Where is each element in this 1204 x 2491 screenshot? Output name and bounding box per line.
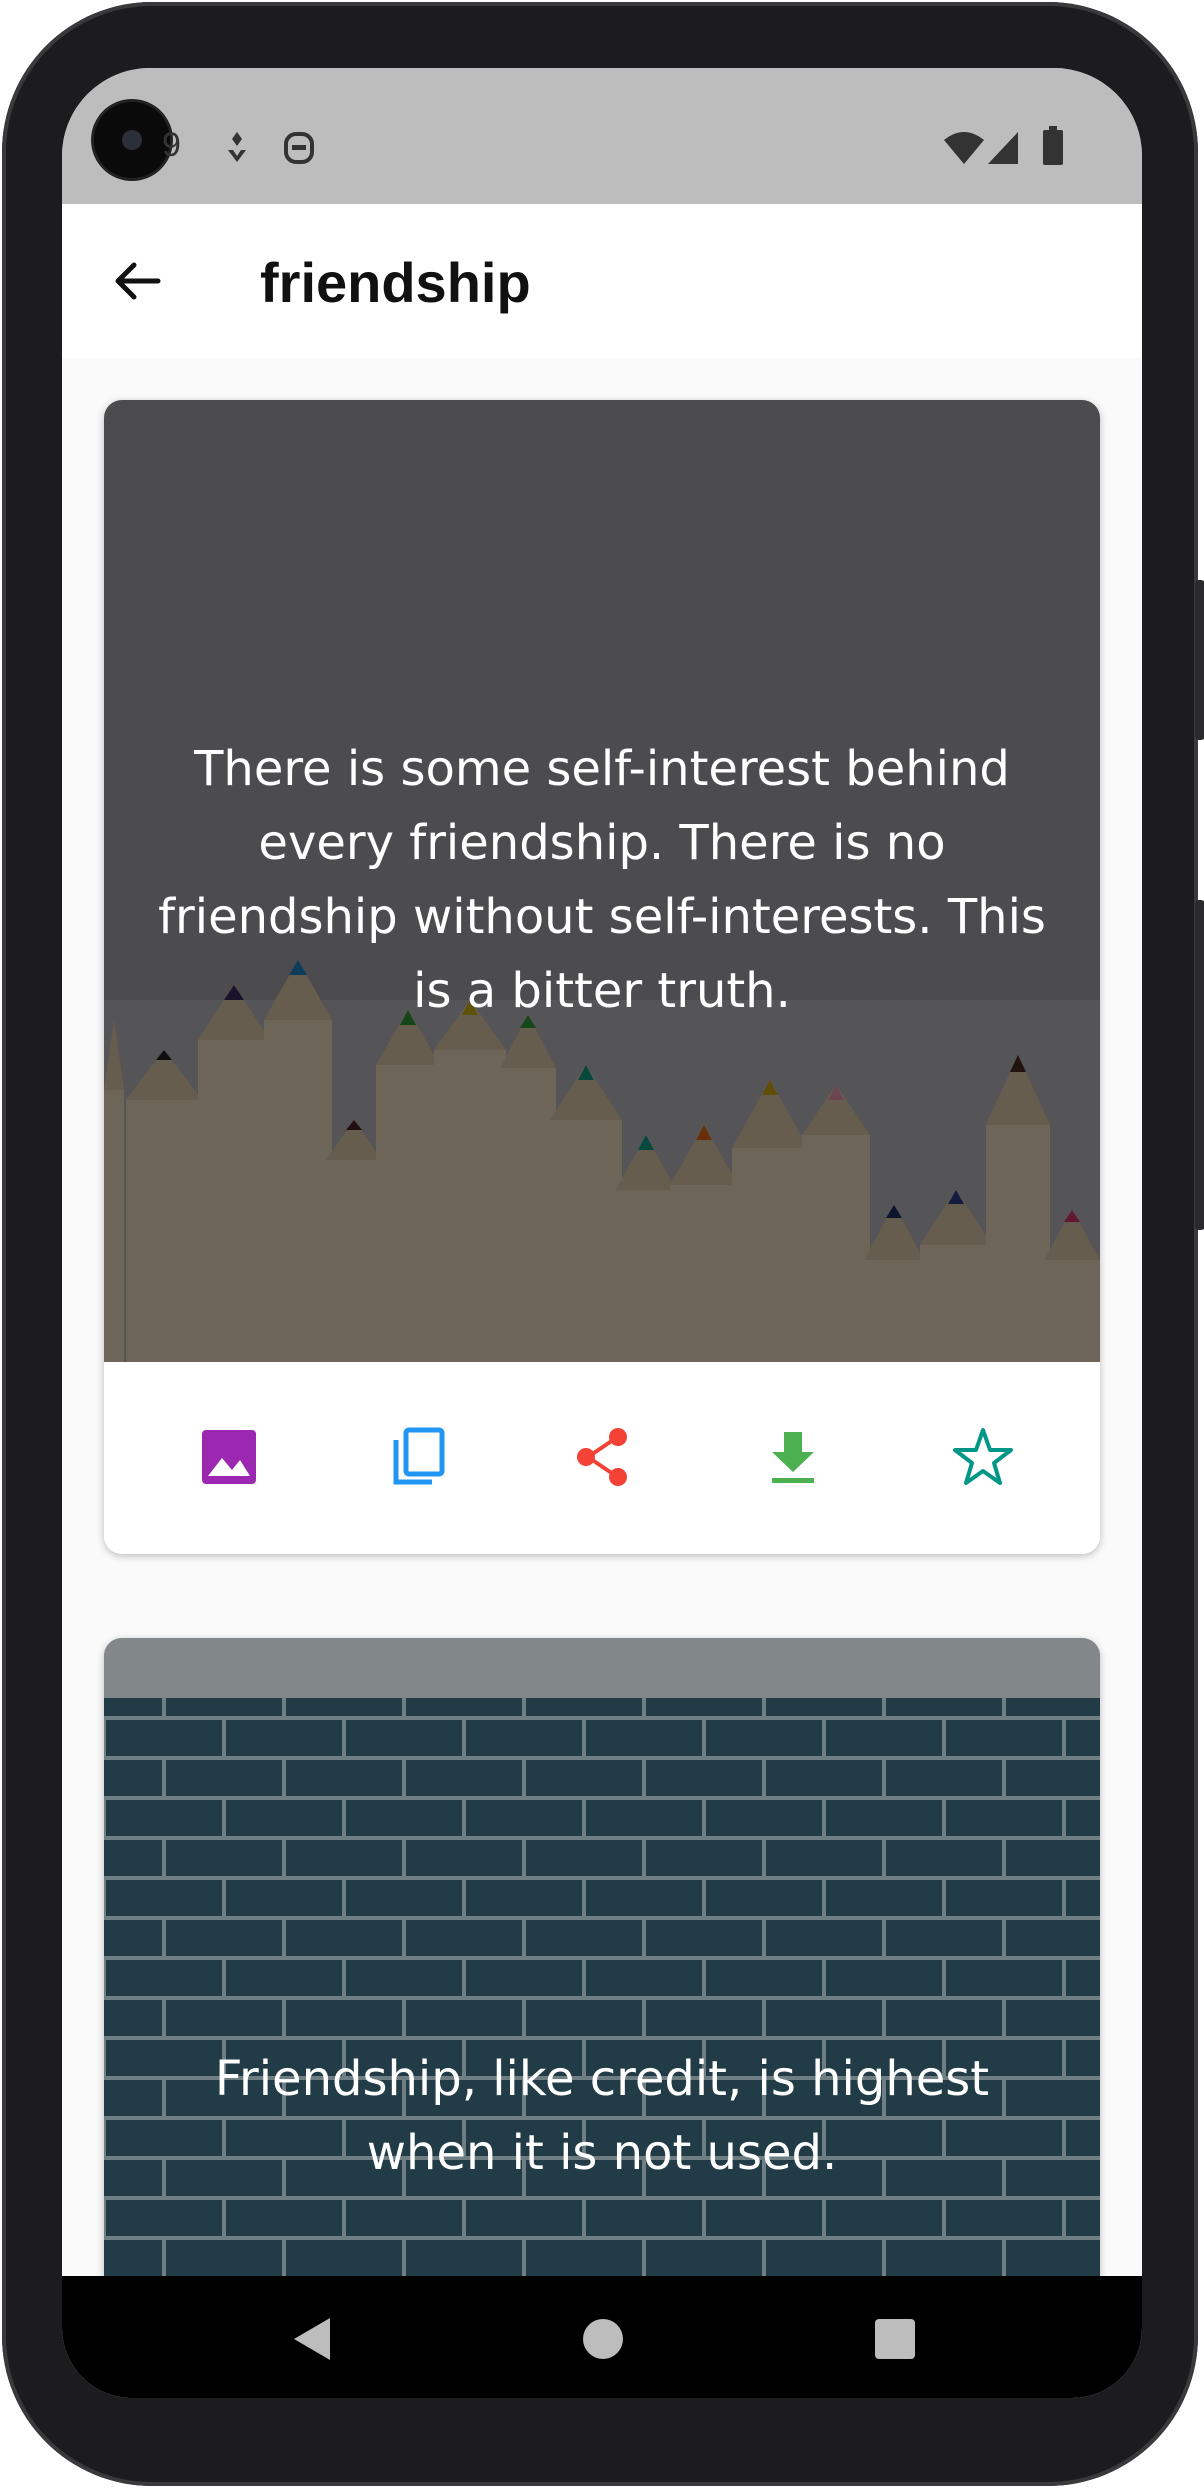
power-button (1195, 900, 1204, 1230)
star-outline-icon[interactable] (950, 1424, 1016, 1490)
quote-card: Friendship, like credit, is highest when… (104, 1638, 1100, 2344)
navigation-bar (62, 2276, 1142, 2398)
nav-home-icon[interactable] (578, 2314, 628, 2364)
quote-text: Friendship, like credit, is highest when… (214, 2051, 990, 2181)
quote-card: There is some self-interest behind every… (104, 400, 1100, 1554)
nav-recents-icon[interactable] (870, 2314, 920, 2364)
screen: 9 friendship There is some self-interest… (62, 68, 1142, 2398)
status-bar: 9 (62, 68, 1142, 204)
quote-background-image: Friendship, like credit, is highest when… (104, 1638, 1100, 2344)
front-camera (94, 102, 170, 178)
quote-background-image: There is some self-interest behind every… (104, 400, 1100, 1362)
nav-back-icon[interactable] (286, 2314, 336, 2364)
quote-list[interactable]: There is some self-interest behind every… (62, 358, 1142, 2344)
robot-icon (284, 132, 314, 164)
battery-icon (1043, 126, 1063, 165)
quote-text: There is some self-interest behind every… (158, 741, 1046, 1019)
wifi-icon (944, 132, 984, 164)
brick-wall-image (104, 1638, 1100, 2344)
share-icon[interactable] (570, 1424, 636, 1490)
quote-actions (104, 1362, 1100, 1554)
volume-button (1195, 580, 1204, 740)
signal-icon (988, 132, 1018, 164)
download-icon[interactable] (760, 1424, 826, 1490)
copy-icon[interactable] (386, 1424, 452, 1490)
status-time: 9 (162, 126, 181, 164)
notification-icon (228, 132, 246, 162)
page-title: friendship (260, 251, 531, 314)
image-icon[interactable] (196, 1424, 262, 1490)
app-bar: friendship (62, 204, 1142, 358)
back-arrow-icon[interactable] (106, 249, 170, 313)
